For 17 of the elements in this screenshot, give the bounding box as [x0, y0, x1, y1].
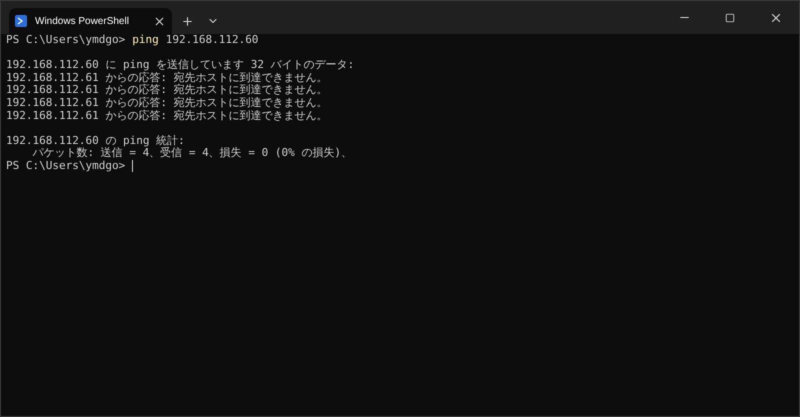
terminal-output-line: 192.168.112.61 からの応答: 宛先ホストに到達できません。	[6, 96, 328, 110]
terminal-output-line: 192.168.112.60 に ping を送信しています 32 バイトのデータ:	[6, 59, 354, 72]
terminal-command: ping	[132, 34, 159, 47]
terminal-icon	[15, 15, 27, 27]
plus-icon[interactable]	[180, 14, 194, 28]
tab-title: Windows PowerShell	[35, 14, 130, 28]
terminal-output-line: 192.168.112.61 からの応答: 宛先ホストに到達できません。	[6, 110, 328, 122]
maximize-icon[interactable]	[725, 12, 735, 22]
terminal-output-line: パケット数: 送信 = 4、受信 = 4、損失 = 0 (0% の損失)、	[31, 147, 352, 160]
terminal-output-line: 192.168.112.61 からの応答: 宛先ホストに到達できません。	[6, 72, 328, 84]
terminal-prompt: PS C:\Users\ymdgo>	[6, 34, 126, 47]
terminal-argument: 192.168.112.60	[166, 34, 258, 47]
close-icon[interactable]	[153, 14, 166, 28]
terminal-prompt: PS C:\Users\ymdgo>	[6, 160, 126, 173]
tab[interactable]: Windows PowerShell	[9, 8, 172, 34]
terminal-output-line: 192.168.112.60 の ping 統計:	[6, 134, 185, 147]
terminal-output-line: 192.168.112.61 からの応答: 宛先ホストに到達できません。	[6, 84, 328, 96]
